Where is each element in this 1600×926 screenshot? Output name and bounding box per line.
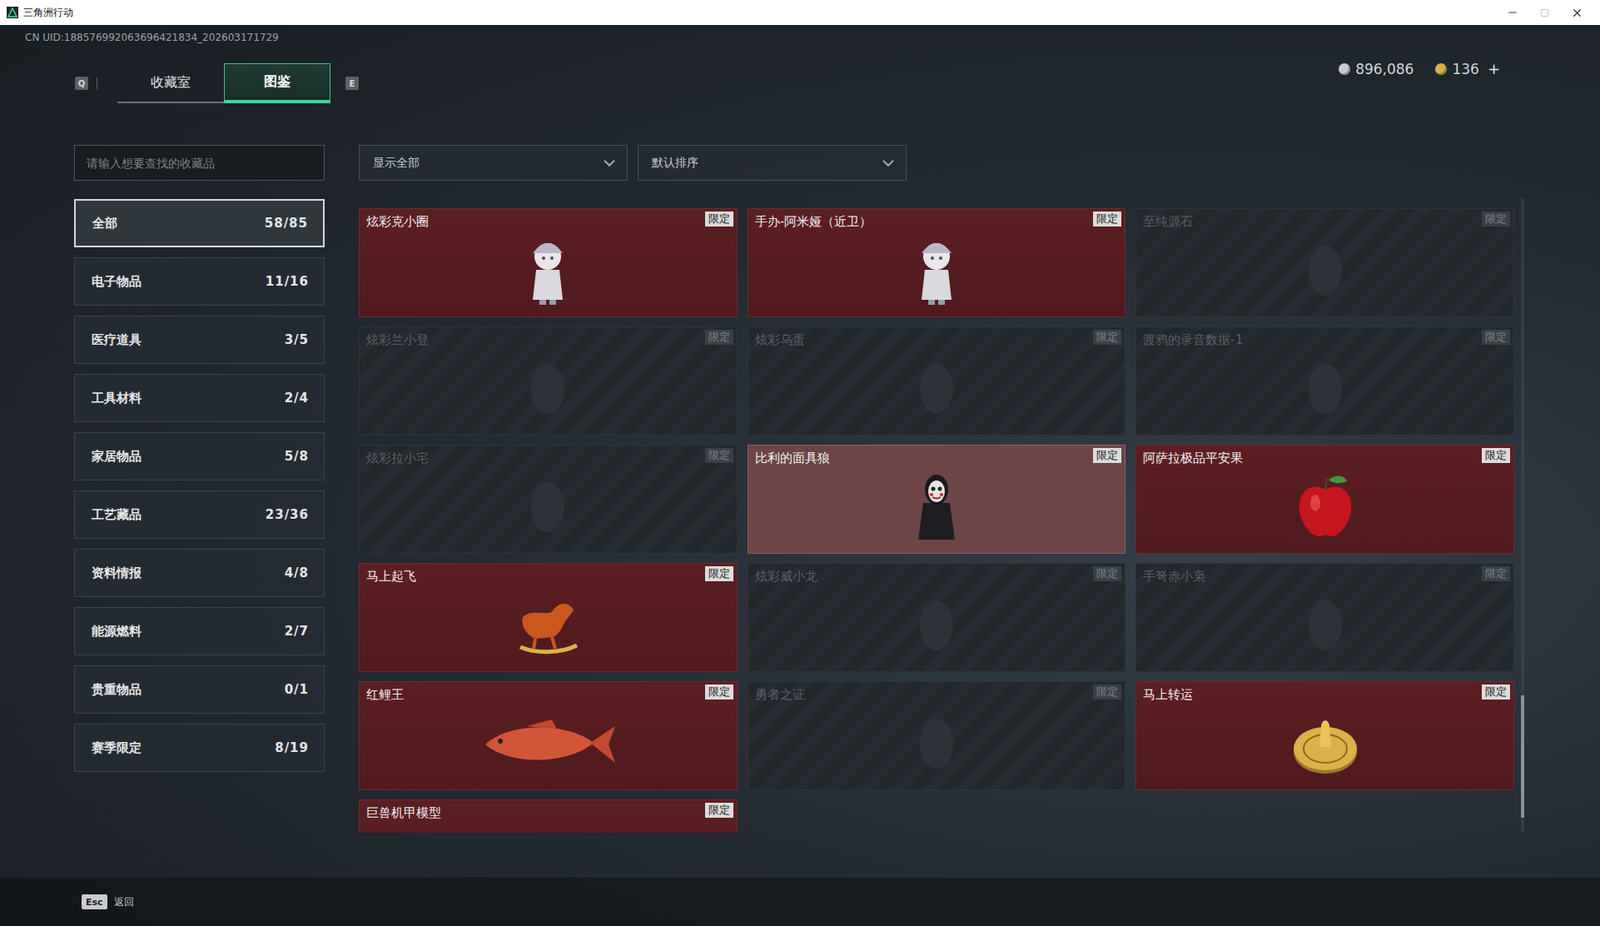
- window-title: 三角洲行动: [23, 5, 74, 20]
- currency-item: 896,086: [1338, 60, 1414, 78]
- collection-card[interactable]: 马上转运限定: [1135, 680, 1515, 791]
- filter-row: 显示全部默认排序: [358, 144, 1525, 181]
- limited-badge: 限定: [1481, 566, 1511, 582]
- collection-card[interactable]: 炫彩兰小登限定: [358, 326, 738, 436]
- collection-card[interactable]: 渡鸦的录音数据-1限定: [1135, 326, 1515, 436]
- category-item[interactable]: 资料情报4/8: [74, 548, 325, 597]
- limited-badge: 限定: [1093, 566, 1122, 582]
- apple-icon: [1291, 471, 1359, 543]
- limited-badge: 限定: [1093, 211, 1122, 227]
- coin-icon: [1289, 710, 1362, 777]
- collection-card[interactable]: 炫彩乌蛋限定: [747, 326, 1127, 436]
- mask-doll-icon: [911, 469, 962, 545]
- category-list: 全部58/85 电子物品11/16 医疗道具3/5 工具材料2/4 家居物品5/8 工艺藏…: [74, 198, 325, 772]
- sidebar: 全部58/85 电子物品11/16 医疗道具3/5 工具材料2/4 家居物品5/8 工艺藏…: [74, 144, 325, 878]
- limited-badge: 限定: [1481, 211, 1511, 227]
- tab-divider: [96, 77, 98, 90]
- chevron-down-icon: [879, 154, 898, 173]
- title-bar: 三角洲行动: [0, 0, 1600, 25]
- esc-key[interactable]: Esc: [81, 894, 108, 910]
- limited-badge: 限定: [705, 329, 734, 345]
- scrollbar[interactable]: [1520, 198, 1525, 833]
- category-item[interactable]: 工艺藏品23/36: [74, 490, 325, 539]
- category-item[interactable]: 能源燃料2/7: [74, 606, 325, 656]
- egg-icon: [907, 357, 966, 421]
- badge-icon: [907, 711, 966, 776]
- close-icon[interactable]: [1570, 6, 1584, 20]
- limited-badge: 限定: [1481, 329, 1511, 345]
- uid-label: CN UID:188576992063696421834_20260317172…: [24, 31, 359, 44]
- limited-badge: 限定: [1093, 684, 1122, 700]
- app-window: 三角洲行动 CN UID:188576992063696421834_202603…: [0, 0, 1600, 926]
- category-item[interactable]: 全部58/85: [74, 198, 325, 248]
- fish-icon: [477, 714, 619, 773]
- tab[interactable]: 收藏室: [117, 63, 224, 104]
- tape-icon: [1296, 357, 1355, 421]
- collection-card[interactable]: 至纯源石限定: [1135, 208, 1515, 318]
- collection-card[interactable]: 炫彩威小龙限定: [747, 562, 1127, 672]
- minimize-icon[interactable]: [1506, 6, 1519, 19]
- limited-badge: 限定: [1481, 684, 1511, 700]
- category-item[interactable]: 家居物品5/8: [74, 432, 325, 481]
- footer: Esc 返回: [0, 877, 1600, 926]
- coin-icon: [1435, 63, 1447, 75]
- limited-badge: 限定: [705, 684, 734, 700]
- tab[interactable]: 图鉴: [223, 63, 331, 104]
- currency-bar: 896,086 136+: [1338, 59, 1501, 78]
- search-input[interactable]: [74, 144, 325, 181]
- limited-badge: 限定: [705, 211, 734, 227]
- limited-badge: 限定: [705, 566, 734, 582]
- filter-dropdown[interactable]: 显示全部: [358, 144, 628, 181]
- collection-card[interactable]: 比利的面具狼限定: [747, 444, 1127, 554]
- category-item[interactable]: 贵重物品0/1: [74, 665, 325, 714]
- doll-icon: [907, 593, 966, 657]
- currency-item: 136+: [1435, 59, 1501, 78]
- collection-card[interactable]: 马上起飞限定: [358, 562, 738, 672]
- collection-card[interactable]: 红鲤王限定: [358, 680, 738, 791]
- category-item[interactable]: 赛季限定8/19: [74, 723, 325, 772]
- maximize-icon[interactable]: [1540, 8, 1550, 18]
- back-button[interactable]: 返回: [114, 894, 135, 910]
- doll-icon: [518, 357, 577, 421]
- category-item[interactable]: 医疗道具3/5: [74, 315, 325, 364]
- coin-icon: [1338, 63, 1351, 75]
- tab-bar: Q 收藏室图鉴 E: [74, 63, 359, 104]
- add-currency-button[interactable]: +: [1487, 59, 1501, 78]
- collection-grid: 炫彩克小圈限定手办-阿米娅（近卫）限定至纯源石限定炫彩兰小登限定炫彩乌蛋限定渡鸦…: [358, 198, 1515, 833]
- collection-card[interactable]: 炫彩克小圈限定: [358, 208, 738, 318]
- filter-dropdown[interactable]: 默认排序: [637, 144, 907, 181]
- doll-icon: [518, 475, 577, 539]
- collection-card[interactable]: 炫彩拉小宅限定: [358, 444, 738, 554]
- rock-icon: [1296, 238, 1355, 303]
- limited-badge: 限定: [705, 447, 734, 463]
- collection-card[interactable]: 手办-阿米娅（近卫）限定: [747, 208, 1127, 318]
- collection-card[interactable]: 巨兽机甲模型限定: [358, 799, 738, 833]
- category-item[interactable]: 工具材料2/4: [74, 373, 325, 423]
- limited-badge: 限定: [1481, 447, 1511, 463]
- doll-icon: [1296, 593, 1355, 657]
- scroll-thumb[interactable]: [1520, 695, 1525, 818]
- logo-icon: [6, 6, 19, 19]
- collection-card[interactable]: 勇者之证限定: [747, 680, 1127, 791]
- chevron-down-icon: [600, 154, 619, 173]
- limited-badge: 限定: [705, 802, 734, 818]
- figurine-icon: [911, 233, 962, 309]
- limited-badge: 限定: [1093, 329, 1122, 345]
- prev-tab-key[interactable]: Q: [74, 76, 89, 90]
- collection-card[interactable]: 手弩赤小枭限定: [1135, 562, 1515, 672]
- horse-icon: [510, 591, 586, 659]
- figurine-icon: [522, 233, 573, 309]
- limited-badge: 限定: [1093, 447, 1122, 463]
- next-tab-key[interactable]: E: [345, 76, 359, 90]
- header: CN UID:188576992063696421834_20260317172…: [0, 24, 1600, 104]
- collection-card[interactable]: 阿萨拉极品平安果限定: [1135, 444, 1515, 554]
- category-item[interactable]: 电子物品11/16: [74, 257, 325, 306]
